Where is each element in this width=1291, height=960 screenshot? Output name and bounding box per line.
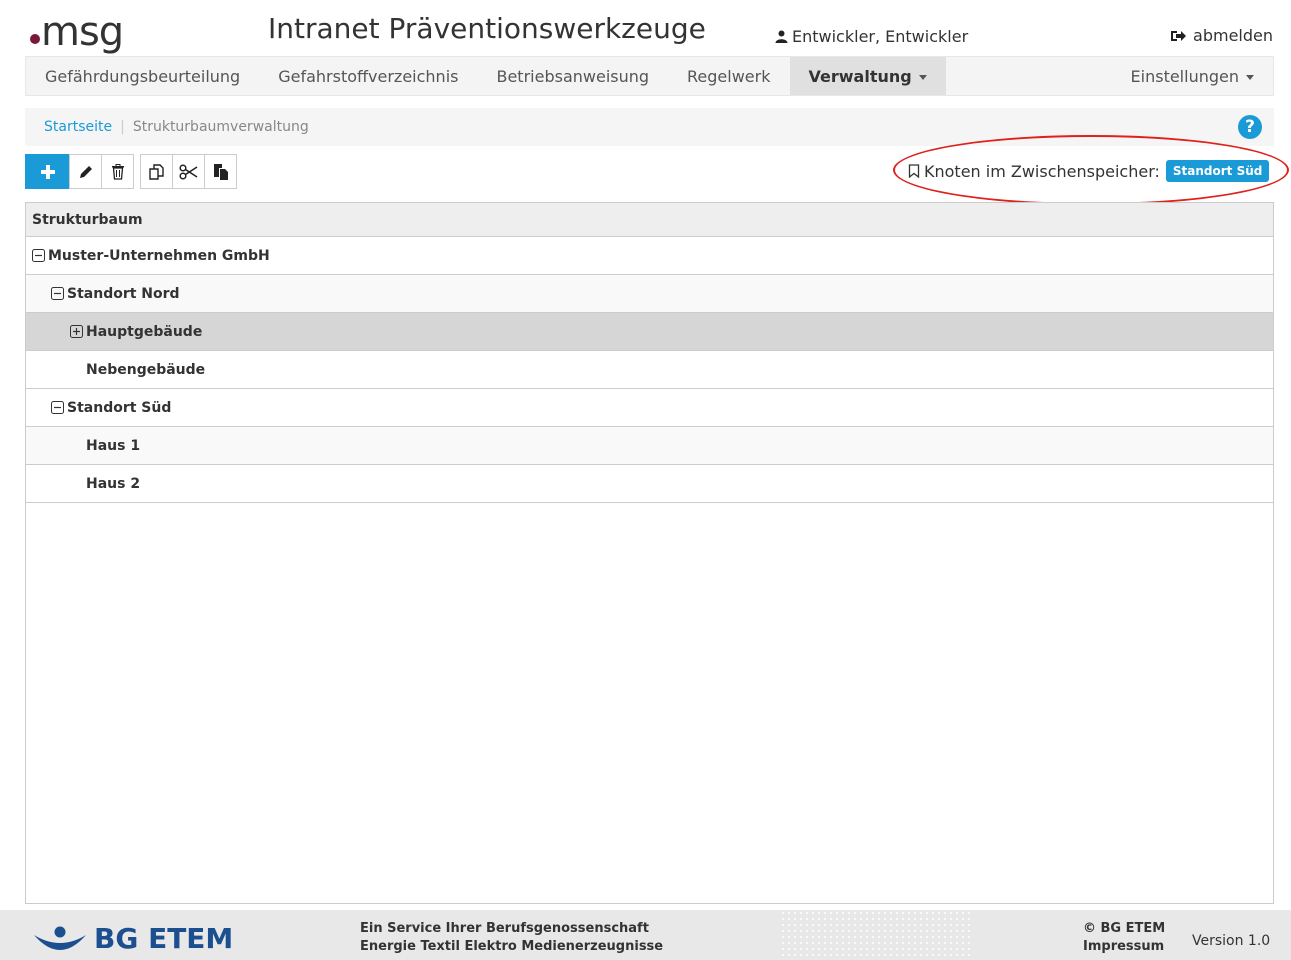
nav-item-einstellungen[interactable]: Einstellungen <box>1112 57 1273 95</box>
footer-copyright-block: © BG ETEM Impressum <box>1083 920 1165 956</box>
copy-icon <box>148 163 164 180</box>
tree-node-hauptgebaeude[interactable]: Hauptgebäude <box>26 313 1273 351</box>
cut-icon <box>178 163 197 180</box>
help-icon[interactable]: ? <box>1238 115 1262 139</box>
structure-tree: Strukturbaum Muster-Unternehmen GmbH Sta… <box>25 202 1274 904</box>
nav-item-label: Verwaltung <box>808 66 912 86</box>
user-icon <box>775 30 788 43</box>
collapse-icon[interactable] <box>32 249 45 262</box>
nav-item-label: Betriebsanweisung <box>496 66 650 86</box>
edit-icon <box>79 165 92 178</box>
tree-node-label: Nebengebäude <box>86 361 206 378</box>
edit-node-button[interactable] <box>69 154 102 189</box>
cut-node-button[interactable] <box>172 154 205 189</box>
logout-button[interactable]: abmelden <box>1170 26 1273 45</box>
expand-icon[interactable] <box>70 325 83 338</box>
impressum-link[interactable]: Impressum <box>1083 938 1165 956</box>
tree-node-label: Muster-Unternehmen GmbH <box>48 247 270 264</box>
chevron-down-icon <box>1246 74 1254 80</box>
tree-node-standort-nord[interactable]: Standort Nord <box>26 275 1273 313</box>
collapse-icon[interactable] <box>51 401 64 414</box>
clipboard-label: Knoten im Zwischenspeicher: <box>924 161 1160 181</box>
tree-node-label: Hauptgebäude <box>86 323 203 340</box>
tree-node-haus-2[interactable]: Haus 2 <box>26 465 1273 503</box>
nav-item-label: Gefährdungsbeurteilung <box>45 66 241 86</box>
bg-etem-emblem-icon <box>34 926 86 950</box>
breadcrumb-current: Strukturbaumverwaltung <box>132 119 309 135</box>
footer-dot-pattern <box>780 910 970 960</box>
header: msg Intranet Präventionswerkzeuge Entwic… <box>0 0 1291 56</box>
bg-etem-logo: BG ETEM <box>32 922 233 955</box>
tree-toolbar <box>25 154 243 190</box>
copy-node-button[interactable] <box>140 154 173 189</box>
logo-text: msg <box>41 9 124 55</box>
breadcrumb: Startseite | Strukturbaumverwaltung ? <box>25 108 1274 146</box>
nav-item-label: Einstellungen <box>1130 66 1239 86</box>
nav-item-gefahrstoffverzeichnis[interactable]: Gefahrstoffverzeichnis <box>259 57 477 95</box>
tree-node-label: Standort Süd <box>67 399 172 416</box>
nav-item-verwaltung[interactable]: Verwaltung <box>789 57 946 95</box>
bookmark-icon <box>908 164 920 178</box>
delete-icon <box>111 163 124 180</box>
tree-node-label: Standort Nord <box>67 285 180 302</box>
logo-dot <box>30 34 40 44</box>
logout-label: abmelden <box>1193 26 1273 45</box>
logout-icon <box>1171 30 1187 41</box>
tree-node-label: Haus 1 <box>86 437 141 454</box>
tree-node-label: Haus 2 <box>86 475 141 492</box>
tree-node-standort-sued[interactable]: Standort Süd <box>26 389 1273 427</box>
add-button-group <box>25 154 134 190</box>
tree-node-haus-1[interactable]: Haus 1 <box>26 427 1273 465</box>
footer-service-text: Ein Service Ihrer Berufsgenossenschaft E… <box>360 920 663 956</box>
app-title: Intranet Präventionswerkzeuge <box>268 12 706 45</box>
collapse-icon[interactable] <box>51 287 64 300</box>
delete-node-button[interactable] <box>101 154 134 189</box>
nav-item-regelwerk[interactable]: Regelwerk <box>668 57 789 95</box>
tree-node-nebengebaeude[interactable]: Nebengebäude <box>26 351 1273 389</box>
tree-node-muster-unternehmen[interactable]: Muster-Unternehmen GmbH <box>26 237 1273 275</box>
footer-version: Version 1.0 <box>1192 933 1271 949</box>
add-icon <box>40 164 55 179</box>
add-node-button[interactable] <box>25 154 70 189</box>
nav-item-label: Regelwerk <box>687 66 771 86</box>
clipboard-button-group <box>140 154 237 190</box>
breadcrumb-home-link[interactable]: Startseite <box>44 119 112 135</box>
footer-service-line1: Ein Service Ihrer Berufsgenossenschaft <box>360 921 649 936</box>
clipboard-info: Knoten im Zwischenspeicher: Standort Süd <box>908 160 1270 182</box>
footer: BG ETEM Ein Service Ihrer Berufsgenossen… <box>0 910 1291 960</box>
paste-node-button[interactable] <box>204 154 237 189</box>
clipboard-node-badge: Standort Süd <box>1165 160 1270 182</box>
user-info: Entwickler, Entwickler <box>775 27 968 46</box>
user-name: Entwickler, Entwickler <box>792 27 969 46</box>
chevron-down-icon <box>918 74 927 80</box>
nav-item-gefaehrdungsbeurteilung[interactable]: Gefährdungsbeurteilung <box>26 57 259 95</box>
main-nav: Gefährdungsbeurteilung Gefahrstoffverzei… <box>25 56 1274 96</box>
nav-item-betriebsanweisung[interactable]: Betriebsanweisung <box>477 57 668 95</box>
nav-item-label: Gefahrstoffverzeichnis <box>278 66 459 86</box>
msg-logo: msg <box>30 4 124 55</box>
breadcrumb-separator: | <box>120 119 125 135</box>
paste-icon <box>213 163 228 180</box>
tree-header: Strukturbaum <box>26 203 1273 237</box>
footer-brand: BG ETEM <box>94 922 234 955</box>
footer-service-line2: Energie Textil Elektro Medienerzeugnisse <box>360 939 664 954</box>
footer-copyright: © BG ETEM <box>1083 921 1166 936</box>
